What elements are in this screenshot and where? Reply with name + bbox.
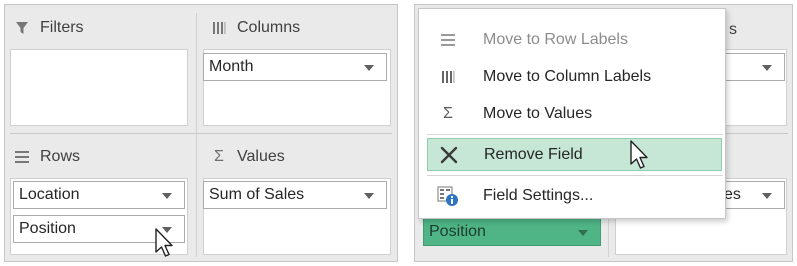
rows-field-location[interactable]: Location bbox=[13, 181, 185, 209]
values-field-sum-of-sales[interactable]: Sum of Sales bbox=[203, 181, 387, 209]
mouse-pointer-icon bbox=[630, 140, 648, 169]
dragged-field-position[interactable]: Position bbox=[423, 218, 601, 246]
columns-area-header: Columns bbox=[210, 19, 300, 37]
menu-item-label: Move to Values bbox=[483, 104, 593, 122]
columns-icon bbox=[210, 21, 228, 35]
menu-separator bbox=[427, 175, 723, 176]
dropdown-arrow-icon[interactable] bbox=[364, 193, 374, 199]
columns-label: Columns bbox=[237, 19, 301, 36]
rows-icon bbox=[13, 151, 31, 163]
menu-separator bbox=[427, 134, 723, 135]
pivot-field-areas-panel: Filters Columns Month Rows Location Posi… bbox=[4, 4, 398, 262]
columns-field-month[interactable]: Month bbox=[203, 53, 387, 81]
sigma-icon: Σ bbox=[443, 104, 453, 122]
dropdown-arrow-icon[interactable] bbox=[578, 230, 588, 236]
menu-item-field-settings[interactable]: Field Settings... bbox=[419, 179, 725, 212]
dropdown-arrow-icon[interactable] bbox=[162, 193, 172, 199]
rows-field-label: Location bbox=[19, 186, 80, 203]
menu-item-remove-field[interactable]: Remove Field bbox=[427, 138, 722, 171]
menu-item-label: Move to Column Labels bbox=[483, 67, 652, 85]
menu-item-move-to-values[interactable]: Σ Move to Values bbox=[419, 97, 725, 130]
rows-label: Rows bbox=[40, 148, 81, 165]
values-field-partial-label: es bbox=[724, 186, 741, 203]
columns-field-label: Month bbox=[209, 58, 254, 75]
values-field-label: Sum of Sales bbox=[209, 186, 305, 203]
dropdown-arrow-icon[interactable] bbox=[762, 193, 772, 199]
field-settings-info-icon bbox=[437, 185, 459, 207]
vertical-divider bbox=[196, 13, 197, 257]
mouse-pointer-icon bbox=[155, 228, 173, 257]
menu-item-label: Move to Row Labels bbox=[483, 30, 628, 48]
rows-icon bbox=[437, 29, 459, 51]
values-label: Values bbox=[237, 148, 285, 165]
menu-item-move-to-row-labels[interactable]: Move to Row Labels bbox=[419, 23, 725, 56]
menu-item-move-to-column-labels[interactable]: Move to Column Labels bbox=[419, 60, 725, 93]
filters-label: Filters bbox=[40, 19, 84, 36]
rows-area-header: Rows bbox=[13, 148, 80, 166]
sigma-icon: Σ bbox=[214, 148, 224, 165]
menu-item-label: Field Settings... bbox=[483, 186, 594, 204]
filters-drop-zone[interactable] bbox=[10, 49, 188, 126]
dropdown-arrow-icon[interactable] bbox=[364, 65, 374, 71]
values-area-header: Σ Values bbox=[210, 148, 285, 166]
rows-field-label: Position bbox=[19, 220, 76, 237]
remove-x-icon bbox=[438, 144, 460, 166]
field-context-menu: Move to Row Labels Move to Column Labels… bbox=[418, 8, 726, 219]
columns-label-partial: s bbox=[729, 21, 737, 38]
menu-item-label: Remove Field bbox=[484, 145, 583, 163]
filter-icon bbox=[13, 21, 31, 35]
dragged-field-label: Position bbox=[429, 223, 486, 240]
dropdown-arrow-icon[interactable] bbox=[762, 65, 772, 71]
columns-icon bbox=[437, 66, 459, 88]
horizontal-divider bbox=[10, 133, 392, 134]
filters-area-header: Filters bbox=[13, 19, 84, 37]
